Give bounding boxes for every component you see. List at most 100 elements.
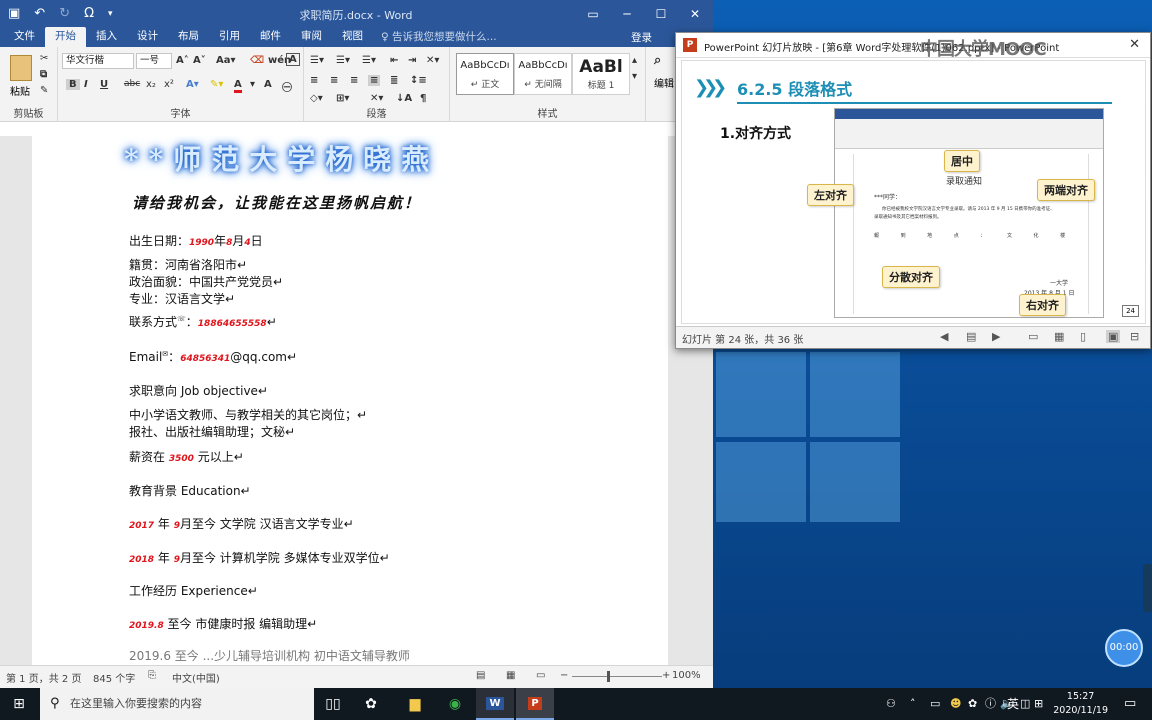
tab-design[interactable]: 设计 [127,27,168,47]
previous-slide-icon[interactable]: ◀ [940,330,948,343]
hidden-icons-chevron-icon[interactable]: ˄ [910,688,916,720]
font-color-dropdown-icon[interactable]: ▾ [250,79,255,90]
browser-360-icon[interactable]: ◉ [436,688,474,720]
cut-icon[interactable]: ✂ [40,53,48,64]
close-icon[interactable]: ✕ [1129,37,1140,52]
align-center-icon[interactable]: ≡ [330,75,338,86]
subscript-button[interactable]: x₂ [146,79,156,90]
network-icon[interactable]: ◫ [1020,688,1030,720]
borders-icon[interactable]: ⊞▾ [336,93,349,104]
tab-layout[interactable]: 布局 [168,27,209,47]
word-taskbar-icon[interactable]: W [476,688,514,720]
shrink-font-icon[interactable]: A˅ [193,55,206,66]
show-marks-icon[interactable]: ¶ [420,93,426,104]
paste-icon[interactable] [10,55,32,81]
windows-start-icon[interactable]: ⊞ [0,688,38,720]
decrease-indent-icon[interactable]: ⇤ [390,55,398,66]
word-count[interactable]: 845 个字 [93,670,135,685]
align-left-icon[interactable]: ≡ [310,75,318,86]
ime-mode-icon[interactable]: ⊞ [1034,688,1043,720]
tray-app-icon-3[interactable]: ✿ [968,688,977,720]
fit-window-icon[interactable]: ⊟ [1130,330,1139,343]
font-size-select[interactable]: 一号 [136,53,172,69]
zoom-slider-thumb[interactable] [607,671,610,682]
distributed-icon[interactable]: ≣ [390,75,398,86]
app-pinwheel-icon[interactable]: ✿ [352,688,390,720]
highlight-icon[interactable]: ✎▾ [210,79,223,90]
slide-sorter-icon[interactable]: ▦ [1054,330,1064,343]
char-border-icon[interactable]: A [286,53,300,66]
grow-font-icon[interactable]: A˄ [176,55,189,66]
tab-review[interactable]: 审阅 [291,27,332,47]
close-icon[interactable]: ✕ [678,0,712,27]
powerpoint-taskbar-icon[interactable]: P [516,688,554,720]
bullets-icon[interactable]: ☰▾ [310,55,324,66]
line-spacing-icon[interactable]: ↕≡ [410,75,427,86]
zoom-out-icon[interactable]: − [560,670,568,681]
tray-app-icon-2[interactable]: ☻ [950,688,961,720]
justify-icon[interactable]: ≡ [368,75,381,86]
tab-references[interactable]: 引用 [209,27,250,47]
minimize-icon[interactable]: ─ [610,0,644,27]
tab-home[interactable]: 开始 [45,27,86,47]
proofing-icon[interactable]: ⎘ [148,670,156,681]
numbering-icon[interactable]: ☰▾ [336,55,350,66]
tab-file[interactable]: 文件 [4,27,45,47]
page-count[interactable]: 第 1 页，共 2 页 [6,670,81,685]
slideshow-view-icon[interactable]: ▣ [1106,330,1121,343]
web-layout-icon[interactable]: ▭ [536,670,545,681]
tell-me-input[interactable]: ♀ 告诉我您想要做什么... [381,28,497,47]
italic-button[interactable]: I [84,79,88,90]
align-right-icon[interactable]: ≡ [350,75,358,86]
reading-view-icon[interactable]: ▯ [1080,330,1086,343]
slide-menu-icon[interactable]: ▤ [966,330,976,343]
shading-icon[interactable]: ◇▾ [310,93,323,104]
styles-scroll-up-icon[interactable]: ▴ [632,55,637,66]
tray-app-icon[interactable]: ▭ [930,688,940,720]
style-no-spacing[interactable]: AaBbCcDı ↵ 无间隔 [514,53,572,95]
style-normal[interactable]: AaBbCcDı ↵ 正文 [456,53,514,95]
system-clock[interactable]: 15:27 2020/11/19 [1053,690,1108,718]
tab-mailings[interactable]: 邮件 [250,27,291,47]
next-slide-icon[interactable]: ▶ [992,330,1000,343]
tab-view[interactable]: 视图 [332,27,373,47]
print-layout-icon[interactable]: ▦ [506,670,515,681]
style-heading1[interactable]: AaBl 标题 1 [572,53,630,95]
bold-button[interactable]: B [66,79,80,90]
zoom-in-icon[interactable]: + [662,670,670,681]
maximize-icon[interactable]: ☐ [644,0,678,27]
find-icon[interactable]: ⌕ [654,53,661,68]
zoom-slider[interactable] [572,676,662,677]
people-icon[interactable]: ⚇ [886,688,896,720]
zoom-level[interactable]: 100% [672,670,701,681]
side-panel-handle[interactable] [1143,564,1152,612]
strikethrough-button[interactable]: abc [124,79,140,89]
char-shading-icon[interactable]: A [264,79,272,90]
notification-icon[interactable]: ▭ [1124,688,1136,720]
chinese-layout-icon[interactable]: ✕▾ [426,55,439,66]
increase-indent-icon[interactable]: ⇥ [408,55,416,66]
task-view-icon[interactable]: ▯▯ [314,688,352,720]
tab-insert[interactable]: 插入 [86,27,127,47]
editing-button[interactable]: 编辑 [654,75,674,90]
change-case-icon[interactable]: Aa▾ [216,55,236,66]
recording-timer[interactable]: 00:00 [1105,629,1143,667]
styles-scroll-down-icon[interactable]: ▾ [632,71,637,82]
font-family-select[interactable]: 华文行楷 [62,53,134,69]
login-link[interactable]: 登录 [631,30,652,45]
font-color-icon[interactable]: A [234,79,242,93]
underline-button[interactable]: U [100,79,108,90]
superscript-button[interactable]: x² [164,79,174,90]
ribbon-display-icon[interactable]: ▭ [576,0,610,27]
taskbar-search-box[interactable]: ⚲ 在这里输入你要搜索的内容 [40,688,314,720]
sort-icon[interactable]: ↓A [396,93,412,104]
paste-button[interactable]: 粘贴 [10,83,30,98]
asian-typography-icon[interactable]: ✕▾ [370,93,383,104]
input-method-icon[interactable]: ⓘ [985,688,996,720]
normal-view-icon[interactable]: ▭ [1028,330,1038,343]
copy-icon[interactable]: ⧉ [40,69,47,80]
multilevel-list-icon[interactable]: ☰▾ [362,55,376,66]
read-mode-icon[interactable]: ▤ [476,670,485,681]
document-page[interactable]: **师范大学杨晓燕 请给我机会，让我能在这里扬帆启航！ 出生日期：1990年8月… [32,136,668,665]
language-indicator[interactable]: 中文(中国) [172,670,220,685]
